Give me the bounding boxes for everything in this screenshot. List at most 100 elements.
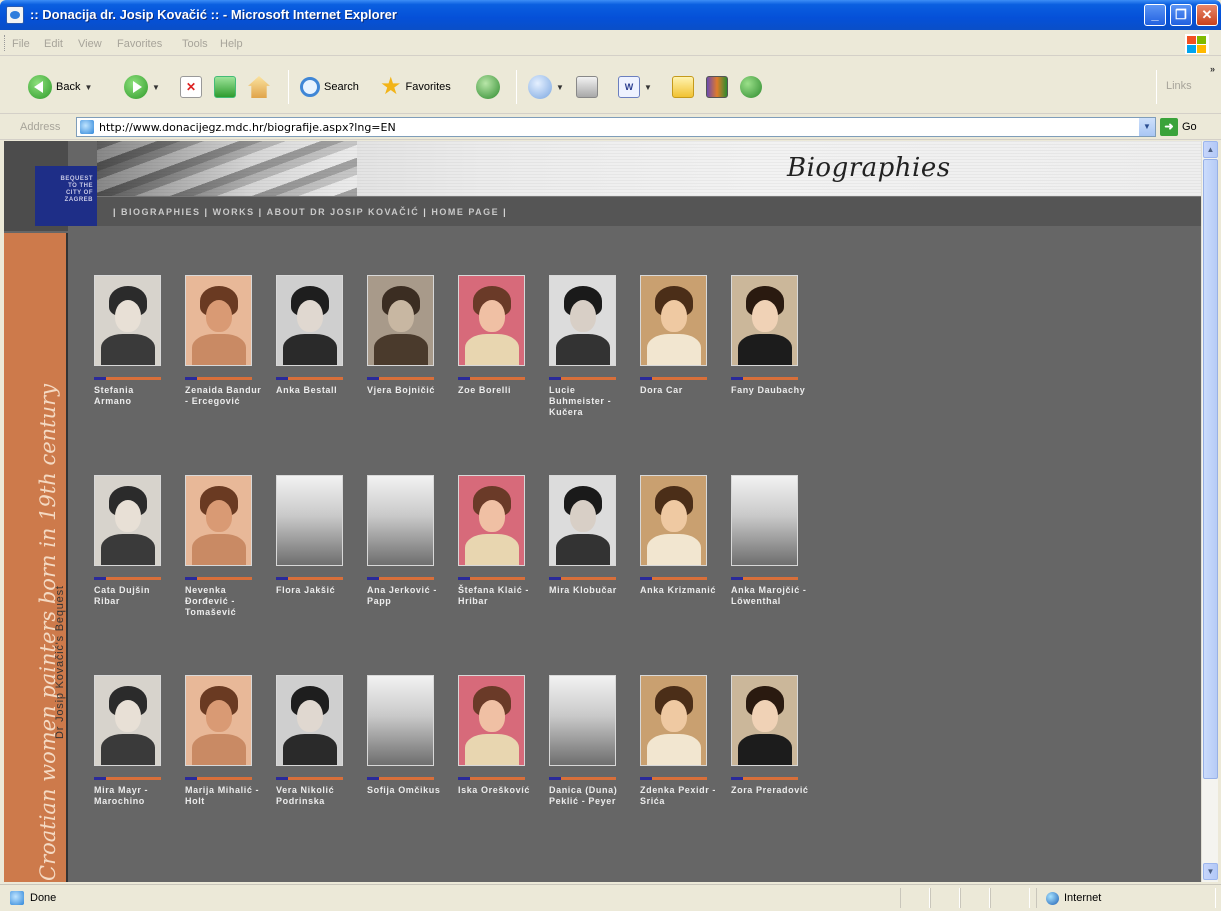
minimize-button[interactable]: _	[1144, 4, 1166, 26]
menu-help[interactable]: Help	[220, 38, 243, 50]
portrait-thumbnail[interactable]	[731, 275, 798, 366]
painter-name-link[interactable]: Mira Mayr - Marochino	[94, 785, 174, 807]
card-divider	[731, 777, 798, 780]
back-button[interactable]: Back ▼	[28, 74, 92, 100]
painter-name-link[interactable]: Vera Nikolić Podrinska	[276, 785, 356, 807]
mail-dropdown-icon[interactable]: ▼	[556, 83, 564, 92]
portrait-body	[192, 734, 246, 765]
stop-button[interactable]: ✕	[180, 74, 202, 100]
mail-button[interactable]: ▼	[528, 74, 564, 100]
painter-name-link[interactable]: Cata Dujšin Ribar	[94, 585, 174, 607]
portrait-thumbnail[interactable]	[731, 675, 798, 766]
portrait-thumbnail[interactable]	[549, 275, 616, 366]
portrait-thumbnail[interactable]	[94, 675, 161, 766]
painter-name-link[interactable]: Anka Krizmanić	[640, 585, 720, 596]
painter-name-link[interactable]: Stefania Armano	[94, 385, 174, 407]
go-button[interactable]: ➜ Go	[1160, 118, 1197, 136]
address-url[interactable]: http://www.donacijegz.mdc.hr/biografije.…	[99, 121, 396, 134]
toolbar-grip[interactable]	[4, 35, 7, 51]
painter-name-link[interactable]: Zenaida Bandur - Ercegović	[185, 385, 265, 407]
portrait-body	[556, 534, 610, 565]
painter-name-link[interactable]: Zdenka Pexidr - Srića	[640, 785, 720, 807]
portrait-thumbnail[interactable]	[367, 275, 434, 366]
discuss-button[interactable]	[672, 74, 694, 100]
scroll-up-icon[interactable]: ▲	[1203, 141, 1218, 158]
painter-name-link[interactable]: Dora Car	[640, 385, 720, 396]
placeholder-thumbnail[interactable]	[367, 675, 434, 766]
portrait-thumbnail[interactable]	[640, 675, 707, 766]
portrait-thumbnail[interactable]	[94, 275, 161, 366]
media-button[interactable]	[476, 74, 500, 100]
placeholder-thumbnail[interactable]	[731, 475, 798, 566]
painter-name-link[interactable]: Fany Daubachy	[731, 385, 811, 396]
portrait-thumbnail[interactable]	[185, 275, 252, 366]
portrait-image	[277, 276, 342, 365]
painter-name-link[interactable]: Nevenka Đorđević - Tomašević	[185, 585, 265, 618]
placeholder-thumbnail[interactable]	[276, 475, 343, 566]
portrait-thumbnail[interactable]	[458, 275, 525, 366]
scroll-thumb[interactable]	[1203, 159, 1218, 779]
ie-window-icon[interactable]	[6, 6, 24, 24]
painter-name-link[interactable]: Ana Jerković - Papp	[367, 585, 447, 607]
placeholder-thumbnail[interactable]	[367, 475, 434, 566]
painter-name-link[interactable]: Anka Bestall	[276, 385, 356, 396]
edit-button[interactable]: W ▼	[618, 74, 652, 100]
research-button[interactable]	[706, 74, 728, 100]
menu-favorites[interactable]: Favorites	[117, 38, 162, 50]
portrait-body	[101, 734, 155, 765]
edit-dropdown-icon[interactable]: ▼	[644, 83, 652, 92]
painter-name-link[interactable]: Marija Mihalić - Holt	[185, 785, 265, 807]
portrait-body	[738, 734, 792, 765]
links-chevron-icon[interactable]: »	[1210, 64, 1215, 74]
print-button[interactable]	[576, 74, 598, 100]
maximize-button[interactable]: ❐	[1170, 4, 1192, 26]
portrait-thumbnail[interactable]	[458, 475, 525, 566]
painter-name-link[interactable]: Anka Marojčić - Löwenthal	[731, 585, 811, 607]
painter-name-link[interactable]: Vjera Bojničić	[367, 385, 447, 396]
menu-edit[interactable]: Edit	[44, 38, 63, 50]
address-dropdown-icon[interactable]: ▼	[1139, 118, 1155, 136]
painter-name-link[interactable]: Iska Oreškovíć	[458, 785, 538, 796]
portrait-thumbnail[interactable]	[276, 275, 343, 366]
bequest-logo[interactable]: BEQUEST TO THE CITY OF ZAGREB	[35, 166, 97, 226]
search-button[interactable]: Search	[300, 74, 359, 100]
painter-name-link[interactable]: Štefana Klaić - Hribar	[458, 585, 538, 607]
printer-icon	[576, 76, 598, 98]
refresh-button[interactable]	[214, 74, 236, 100]
forward-button[interactable]: ▼	[124, 74, 160, 100]
nav-biographies[interactable]: BIOGRAPHIES	[121, 207, 201, 217]
painter-name-link[interactable]: Sofija Omčikus	[367, 785, 447, 796]
painter-name-link[interactable]: Zoe Borelli	[458, 385, 538, 396]
menu-view[interactable]: View	[78, 38, 102, 50]
painter-name-link[interactable]: Zora Preradović	[731, 785, 811, 796]
menu-file[interactable]: File	[12, 38, 30, 50]
back-dropdown-icon[interactable]: ▼	[84, 83, 92, 92]
links-label[interactable]: Links	[1166, 80, 1192, 92]
nav-home-page[interactable]: HOME PAGE	[431, 207, 499, 217]
menu-tools[interactable]: Tools	[182, 38, 208, 50]
painter-name-link[interactable]: Flora Jakšić	[276, 585, 356, 596]
portrait-thumbnail[interactable]	[640, 275, 707, 366]
address-input[interactable]: http://www.donacijegz.mdc.hr/biografije.…	[76, 117, 1156, 137]
portrait-thumbnail[interactable]	[458, 675, 525, 766]
portrait-thumbnail[interactable]	[185, 675, 252, 766]
portrait-thumbnail[interactable]	[549, 475, 616, 566]
painter-name-link[interactable]: Mira Klobučar	[549, 585, 629, 596]
portrait-thumbnail[interactable]	[640, 475, 707, 566]
scroll-down-icon[interactable]: ▼	[1203, 863, 1218, 880]
home-button[interactable]	[248, 74, 270, 100]
favorites-button[interactable]: ★ Favorites	[380, 74, 451, 100]
painter-name-link[interactable]: Danica (Duna) Peklić - Peyer	[549, 785, 629, 807]
painter-name-link[interactable]: Lucie Buhmeister - Kučera	[549, 385, 629, 418]
nav-about[interactable]: ABOUT DR JOSIP KOVAČIĆ	[267, 207, 420, 217]
portrait-thumbnail[interactable]	[276, 675, 343, 766]
forward-dropdown-icon[interactable]: ▼	[152, 83, 160, 92]
address-label: Address	[20, 121, 61, 133]
vertical-scrollbar[interactable]: ▲ ▼	[1201, 141, 1218, 882]
placeholder-thumbnail[interactable]	[549, 675, 616, 766]
messenger-button[interactable]	[740, 74, 762, 100]
portrait-thumbnail[interactable]	[185, 475, 252, 566]
portrait-thumbnail[interactable]	[94, 475, 161, 566]
close-button[interactable]: ✕	[1196, 4, 1218, 26]
nav-works[interactable]: WORKS	[213, 207, 255, 217]
